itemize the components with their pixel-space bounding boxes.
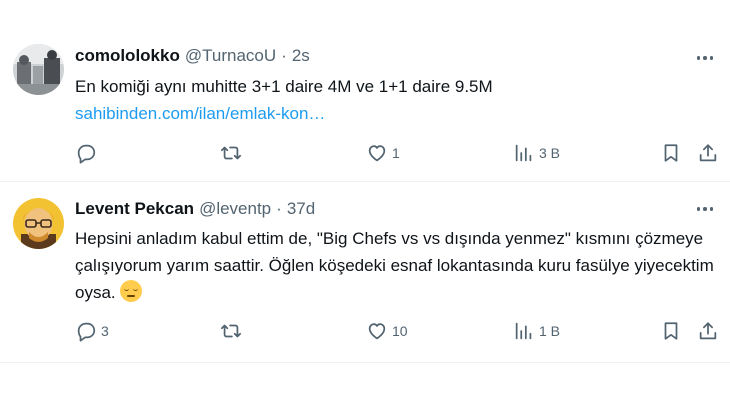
user-handle[interactable]: @leventp	[199, 199, 271, 219]
pensive-face-icon	[120, 280, 143, 302]
timeline-feed: comololokko @TurnacoU · 2s En komiği ayn…	[0, 0, 730, 420]
tweet-text-content-text: Hepsini anladım kabul ettim de, "Big Che…	[75, 229, 714, 302]
avatar[interactable]	[13, 44, 64, 95]
tweet-text: En komiği aynı muhitte 3+1 daire 4M ve 1…	[75, 73, 715, 127]
display-name[interactable]: comololokko	[75, 46, 180, 66]
view-count: 3 B	[539, 145, 561, 161]
share-button[interactable]	[697, 141, 719, 165]
reply-icon	[77, 322, 96, 342]
separator-dot: ·	[281, 46, 287, 65]
tweet-text: Hepsini anladım kabul ettim de, "Big Che…	[75, 225, 715, 306]
tweet-divider	[0, 362, 730, 363]
tweet[interactable]: comololokko @TurnacoU · 2s En komiği ayn…	[0, 0, 730, 181]
tweet-text-content: Hepsini anladım kabul ettim de, "Big Che…	[75, 225, 715, 306]
share-button[interactable]	[697, 319, 719, 343]
reply-button[interactable]: 3	[75, 319, 109, 343]
tweet-link[interactable]: sahibinden.com/ilan/emlak-kon…	[75, 100, 715, 127]
views-button[interactable]: 1 B	[513, 319, 560, 343]
like-count: 1	[392, 145, 400, 161]
tweet[interactable]: Levent Pekcan @leventp · 37d Hepsini anl…	[0, 182, 730, 362]
reply-count: 3	[101, 323, 109, 339]
bookmark-icon	[664, 144, 678, 162]
tweet-text-content: En komiği aynı muhitte 3+1 daire 4M ve 1…	[75, 77, 493, 96]
user-handle[interactable]: @TurnacoU	[185, 46, 276, 66]
like-button[interactable]: 10	[366, 319, 408, 343]
reply-button[interactable]	[75, 141, 101, 165]
reply-icon	[77, 144, 96, 164]
avatar[interactable]	[13, 198, 64, 249]
bookmark-button[interactable]	[660, 141, 682, 165]
retweet-icon	[220, 324, 242, 338]
avatar-image	[13, 198, 64, 249]
tweet-header: Levent Pekcan @leventp · 37d	[75, 198, 315, 220]
heart-icon	[368, 145, 386, 162]
share-icon	[699, 144, 717, 162]
retweet-button[interactable]	[220, 319, 246, 343]
display-name[interactable]: Levent Pekcan	[75, 199, 194, 219]
bookmark-button[interactable]	[660, 319, 682, 343]
more-horizontal-icon[interactable]	[692, 198, 718, 220]
share-icon	[699, 322, 717, 340]
more-horizontal-icon[interactable]	[692, 47, 718, 69]
views-icon	[515, 144, 532, 162]
timestamp[interactable]: 2s	[292, 46, 310, 66]
views-button[interactable]: 3 B	[513, 141, 560, 165]
avatar-image	[13, 44, 64, 95]
action-bar: 1 3 B	[75, 141, 720, 165]
timestamp[interactable]: 37d	[287, 199, 315, 219]
tweet-header: comololokko @TurnacoU · 2s	[75, 45, 310, 67]
like-count: 10	[392, 323, 408, 339]
separator-dot: ·	[276, 199, 282, 218]
retweet-button[interactable]	[220, 141, 246, 165]
view-count: 1 B	[539, 323, 561, 339]
bookmark-icon	[664, 322, 678, 340]
retweet-icon	[220, 146, 242, 160]
heart-icon	[368, 323, 386, 340]
like-button[interactable]: 1	[366, 141, 400, 165]
action-bar: 3 10 1 B	[75, 319, 720, 343]
views-icon	[515, 322, 532, 340]
